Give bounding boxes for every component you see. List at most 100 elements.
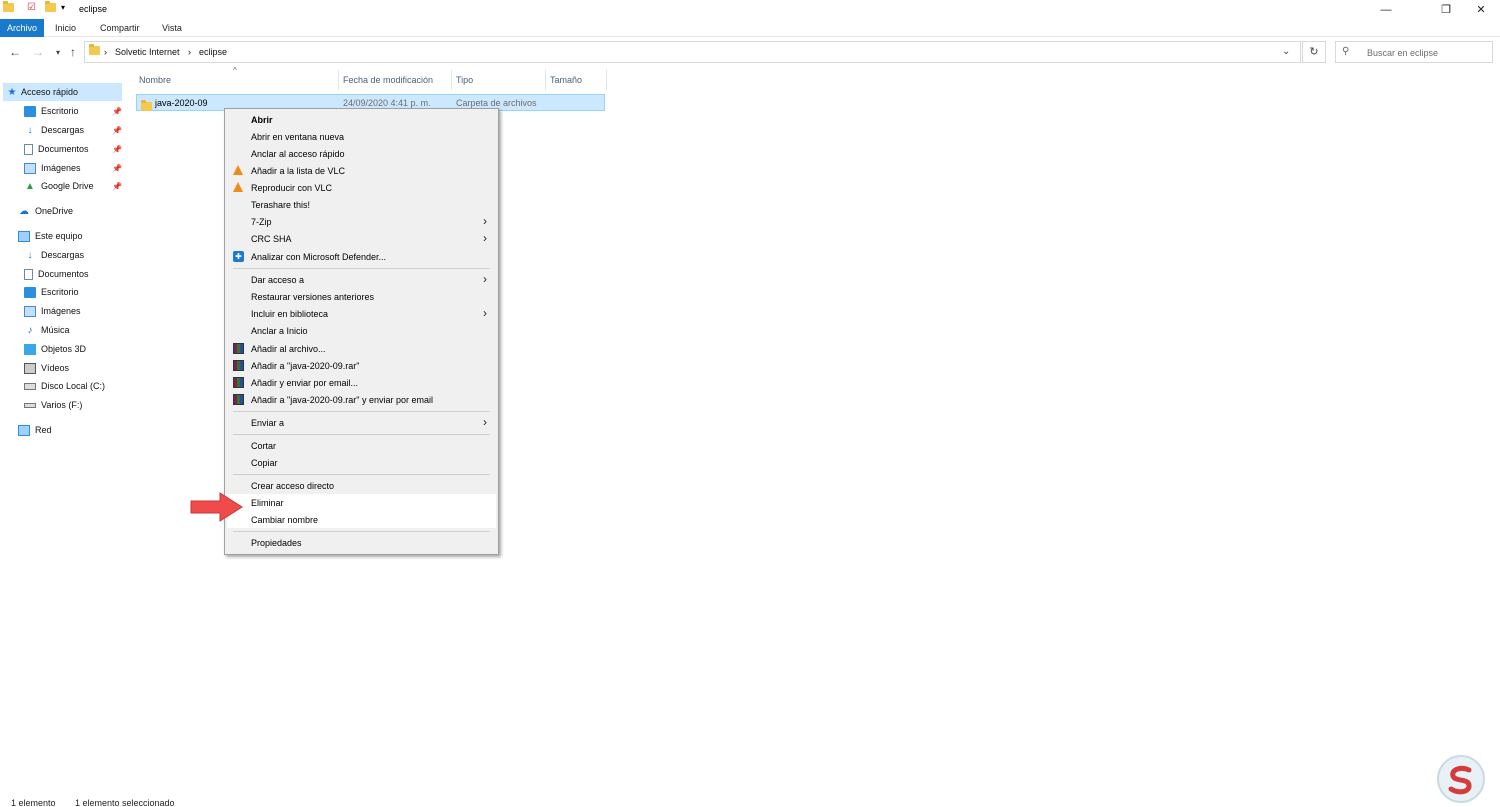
column-nombre[interactable]: Nombre (139, 75, 171, 85)
menu-item-propiedades[interactable]: Propiedades (227, 534, 496, 551)
menu-item-incluir-biblioteca[interactable]: Incluir en biblioteca › (227, 305, 496, 322)
tab-vista[interactable]: Vista (155, 19, 189, 37)
menu-item-abrir[interactable]: Abrir (227, 111, 496, 128)
sidebar-item-pc-imagenes[interactable]: Imágenes (24, 302, 81, 320)
menu-item-copiar[interactable]: Copiar (227, 454, 496, 471)
desktop-icon (24, 105, 36, 117)
google-drive-icon: ▲ (25, 180, 35, 192)
submenu-arrow-icon: › (483, 415, 487, 429)
file-name: java-2020-09 (155, 98, 208, 108)
back-arrow-icon[interactable]: ← (8, 45, 22, 59)
tab-archivo[interactable]: Archivo (0, 19, 45, 37)
up-arrow-icon[interactable]: ↑ (66, 45, 80, 59)
menu-item-cambiar-nombre[interactable]: Cambiar nombre (227, 511, 496, 528)
breadcrumb-eclipse[interactable]: eclipse (199, 47, 227, 57)
menu-item-enviar-a[interactable]: Enviar a › (227, 414, 496, 431)
menu-item-abrir-ventana-nueva[interactable]: Abrir en ventana nueva (227, 128, 496, 145)
document-icon (24, 268, 33, 280)
menu-item-analizar-defender[interactable]: ✚ Analizar con Microsoft Defender... (227, 248, 496, 265)
menu-item-anclar-inicio[interactable]: Anclar a Inicio (227, 322, 496, 339)
window-title: eclipse (79, 4, 108, 14)
new-folder-icon[interactable] (45, 1, 56, 12)
breadcrumb-solvetic-internet[interactable]: Solvetic Internet (115, 47, 180, 57)
pin-icon[interactable]: 📌 (112, 164, 122, 173)
menu-item-anadir-archivo[interactable]: Añadir al archivo... (227, 340, 496, 357)
sidebar-item-acceso-rapido[interactable]: ★ Acceso rápido (3, 83, 122, 101)
sidebar-item-escritorio[interactable]: Escritorio (24, 102, 79, 120)
properties-icon[interactable]: ☑ (27, 2, 36, 13)
minimize-button[interactable]: — (1363, 0, 1409, 19)
sidebar-item-pc-documentos[interactable]: Documentos (24, 265, 89, 283)
tab-compartir[interactable]: Compartir (93, 19, 147, 37)
status-selected-count: 1 elemento seleccionado (75, 798, 175, 807)
menu-item-cortar[interactable]: Cortar (227, 437, 496, 454)
sidebar-item-varios-f[interactable]: Varios (F:) (24, 396, 82, 414)
menu-item-anadir-rar-enviar-email[interactable]: Añadir a "java-2020-09.rar" y enviar por… (227, 391, 496, 408)
sidebar-item-este-equipo[interactable]: Este equipo (18, 227, 83, 245)
sidebar-item-google-drive[interactable]: ▲ Google Drive (24, 177, 93, 195)
column-tamano[interactable]: Tamaño (550, 75, 582, 85)
sidebar-item-musica[interactable]: ♪ Música (24, 321, 70, 339)
sidebar-item-red[interactable]: Red (18, 421, 52, 439)
refresh-button[interactable]: ↻ (1302, 41, 1326, 63)
tab-inicio[interactable]: Inicio (48, 19, 83, 37)
file-date: 24/09/2020 4:41 p. m. (343, 98, 431, 108)
menu-item-anadir-rar[interactable]: Añadir a "java-2020-09.rar" (227, 357, 496, 374)
navigation-pane: ★ Acceso rápido Escritorio 📌 ↓ Descargas … (0, 80, 124, 795)
menu-item-crear-acceso-directo[interactable]: Crear acceso directo (227, 477, 496, 494)
menu-item-reproducir-vlc[interactable]: Reproducir con VLC (227, 179, 496, 196)
menu-item-7zip[interactable]: 7-Zip › (227, 213, 496, 230)
cloud-icon: ☁ (19, 205, 29, 217)
menu-item-anadir-enviar-email[interactable]: Añadir y enviar por email... (227, 374, 496, 391)
star-icon: ★ (7, 86, 17, 98)
sidebar-item-imagenes[interactable]: Imágenes (24, 159, 81, 177)
search-box[interactable]: ⚲ Buscar en eclipse (1335, 41, 1493, 63)
hard-drive-icon (24, 382, 36, 390)
winrar-icon (233, 394, 245, 405)
menu-item-dar-acceso[interactable]: Dar acceso a › (227, 271, 496, 288)
menu-item-terashare[interactable]: Terashare this! (227, 196, 496, 213)
folder-icon (89, 44, 100, 57)
search-placeholder[interactable]: Buscar en eclipse (1367, 48, 1438, 58)
refresh-icon: ↻ (1309, 46, 1319, 58)
desktop-icon (24, 286, 36, 298)
winrar-icon (233, 343, 245, 354)
pictures-icon (24, 305, 36, 317)
sidebar-item-documentos[interactable]: Documentos (24, 140, 89, 158)
winrar-icon (233, 360, 245, 371)
pin-icon[interactable]: 📌 (112, 107, 122, 116)
submenu-arrow-icon: › (483, 214, 487, 228)
column-fecha-modificacion[interactable]: Fecha de modificación (343, 75, 433, 85)
cube-icon (24, 343, 36, 355)
breadcrumb-separator: › (188, 47, 191, 57)
vlc-icon (233, 182, 245, 193)
column-tipo[interactable]: Tipo (456, 75, 473, 85)
film-icon (24, 362, 36, 374)
address-bar[interactable]: › Solvetic Internet › eclipse ⌄ (84, 41, 1301, 63)
sidebar-item-disco-local-c[interactable]: Disco Local (C:) (24, 377, 105, 395)
sidebar-item-descargas[interactable]: ↓ Descargas (24, 121, 85, 139)
close-button[interactable]: ✕ (1458, 0, 1500, 19)
sidebar-item-pc-descargas[interactable]: ↓ Descargas (24, 246, 85, 264)
watermark-logo-icon (1437, 755, 1485, 803)
sidebar-item-pc-escritorio[interactable]: Escritorio (24, 283, 79, 301)
customize-toolbar-icon[interactable]: ▾ (61, 3, 65, 12)
pin-icon[interactable]: 📌 (112, 126, 122, 135)
sidebar-item-videos[interactable]: Vídeos (24, 359, 69, 377)
pin-icon[interactable]: 📌 (112, 145, 122, 154)
menu-item-anadir-lista-vlc[interactable]: Añadir a la lista de VLC (227, 162, 496, 179)
sidebar-item-onedrive[interactable]: ☁ OneDrive (18, 202, 73, 220)
sidebar-item-objetos-3d[interactable]: Objetos 3D (24, 340, 86, 358)
forward-arrow-icon[interactable]: → (31, 45, 45, 59)
menu-item-eliminar[interactable]: Eliminar (227, 494, 496, 511)
menu-item-anclar-acceso-rapido[interactable]: Anclar al acceso rápido (227, 145, 496, 162)
menu-item-crc-sha[interactable]: CRC SHA › (227, 230, 496, 247)
search-icon: ⚲ (1342, 46, 1350, 57)
menu-item-restaurar-versiones[interactable]: Restaurar versiones anteriores (227, 288, 496, 305)
computer-icon (18, 230, 30, 242)
file-type: Carpeta de archivos (456, 98, 537, 108)
chevron-down-icon[interactable]: ⌄ (1282, 46, 1290, 57)
pin-icon[interactable]: 📌 (112, 182, 122, 191)
pointer-arrow-icon (190, 492, 243, 522)
recent-dropdown-icon[interactable]: ▾ (51, 48, 65, 57)
